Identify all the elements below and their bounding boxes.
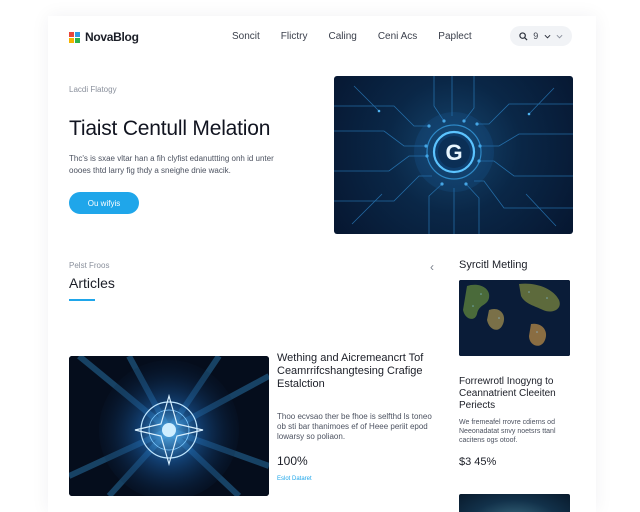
world-map-icon [459,280,570,356]
search-icon[interactable] [519,31,528,41]
nav-item[interactable]: Ceni Acs [378,31,417,42]
hero-image: G [334,76,573,234]
nav-item[interactable]: Soncit [232,31,260,42]
section-title: Articles [69,275,115,291]
sidebar-card-price: $3 45% [459,456,497,468]
brand-name: NovaBlog [85,30,139,44]
sidebar-card-title[interactable]: Forrewrotl Inogyng to Ceannatrient Cleei… [459,376,574,412]
section-label: Pelst Froos [69,261,110,270]
sidebar-card-image[interactable] [459,280,570,356]
compass-burst-icon [69,356,269,496]
article-title[interactable]: Wething and Aicremeancrt Tof Ceamrrifcsh… [277,352,427,391]
article-excerpt: Thoo ecvsao ther be fhoe is selfthd ls t… [277,412,432,441]
carousel-prev-button[interactable]: ‹ [430,260,434,274]
article-read-link[interactable]: Eslot Dataret [277,476,312,482]
hero-title: Tiaist Centull Melation [69,117,271,140]
page: NovaBlog Soncit Flictry Caling Ceni Acs … [48,16,596,512]
chevron-down-icon[interactable] [544,33,551,40]
article-stat: 100% [277,454,308,468]
chevron-down-icon[interactable] [556,33,563,40]
nav-item[interactable]: Caling [328,31,356,42]
nav-item[interactable]: Paplect [438,31,471,42]
hero-description: Thc's is sxae vltar han a fih clyfist ed… [69,154,274,175]
site-header: NovaBlog Soncit Flictry Caling Ceni Acs … [48,16,596,62]
sidebar-card-excerpt: We fremeafel rrovre cdierns od Neeonadat… [459,419,556,444]
sidebar-title: Syrcitl Metling [459,259,528,271]
section-underline [69,299,95,301]
circuit-core-icon: G [334,76,573,234]
search-control[interactable]: 9 [510,26,572,46]
search-label: 9 [533,31,539,41]
svg-text:G: G [445,140,462,165]
brand-logo[interactable]: NovaBlog [69,30,139,44]
sidebar-card-image-2[interactable] [459,494,570,512]
article-image[interactable] [69,356,269,496]
breadcrumb[interactable]: Lacdi Flatogy [69,85,117,94]
hero-cta-button[interactable]: Ou wifyis [69,192,139,214]
nav-item[interactable]: Flictry [281,31,308,42]
logo-icon [69,31,80,43]
main-nav: Soncit Flictry Caling Ceni Acs Paplect [232,31,493,42]
